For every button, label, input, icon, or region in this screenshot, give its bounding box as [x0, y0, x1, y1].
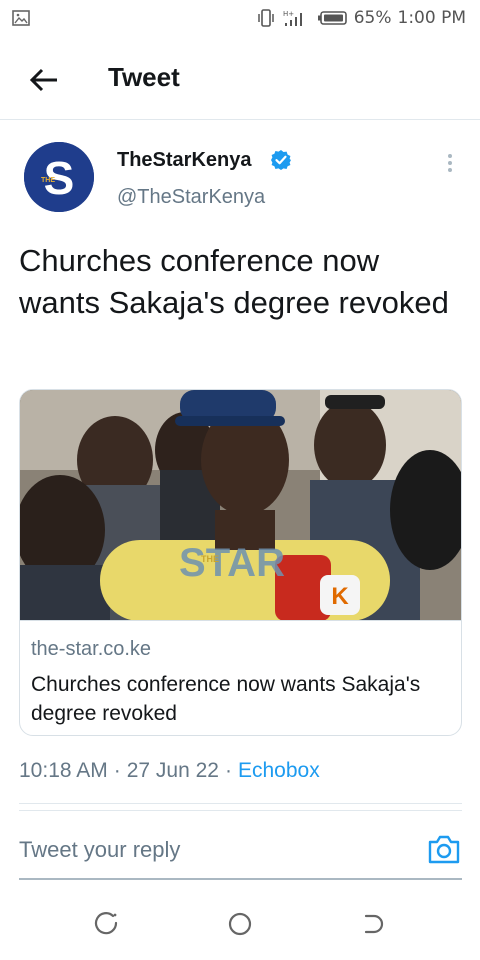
avatar-small-text: THE: [41, 177, 55, 184]
svg-text:H+: H+: [283, 10, 294, 18]
tweet-meta: 10:18 AM · 27 Jun 22 · Echobox: [19, 759, 320, 783]
thestar-logo-icon: S THE: [24, 142, 94, 212]
more-options-button[interactable]: [440, 150, 460, 176]
verified-badge-icon: [271, 150, 291, 170]
tweet-text: Churches conference now wants Sakaja's d…: [19, 243, 449, 320]
page-title: Tweet: [108, 62, 180, 92]
divider: [19, 810, 462, 811]
divider: [19, 803, 462, 804]
signal-icon: H+: [283, 10, 302, 26]
status-icons: H+ 65% 1:00 PM: [256, 7, 466, 29]
status-bar: H+ 65% 1:00 PM: [0, 0, 480, 36]
image-watermark-small: THE: [201, 554, 219, 564]
image-watermark: STAR: [179, 541, 285, 585]
author-handle: @TheStarKenya: [117, 186, 266, 208]
author-name[interactable]: TheStarKenya: [117, 149, 252, 172]
reply-underline: [19, 878, 462, 880]
avatar[interactable]: S THE: [24, 142, 94, 212]
recent-apps-icon[interactable]: [94, 910, 122, 938]
card-domain: the-star.co.ke: [31, 638, 152, 660]
meta-separator: ·: [113, 759, 121, 782]
tweet-source-link[interactable]: Echobox: [238, 759, 320, 783]
tweet-time: 10:18 AM: [19, 759, 108, 782]
image-icon: [12, 10, 30, 26]
mic-label: K: [331, 583, 349, 610]
tweet-date: 27 Jun 22: [126, 759, 219, 782]
back-button[interactable]: [24, 62, 64, 98]
more-vertical-icon: [448, 154, 452, 158]
news-photo: K STAR THE: [20, 390, 461, 620]
vibrate-icon: [257, 9, 274, 27]
camera-icon[interactable]: [426, 832, 462, 866]
nav-back-icon[interactable]: [360, 910, 388, 938]
header: Tweet: [0, 40, 480, 120]
status-time: 1:00 PM: [397, 8, 467, 28]
battery-icon: [317, 11, 347, 25]
card-image[interactable]: K STAR THE: [20, 390, 461, 621]
arrow-left-icon: [29, 68, 57, 92]
card-title: Churches conference now wants Sakaja's d…: [31, 673, 421, 725]
home-circle-icon[interactable]: [226, 910, 254, 938]
meta-separator: ·: [224, 759, 232, 782]
battery-percent: 65%: [353, 8, 392, 28]
reply-input[interactable]: Tweet your reply: [19, 828, 399, 872]
link-card[interactable]: K STAR THE the-star.co.ke Churches confe…: [19, 389, 462, 736]
